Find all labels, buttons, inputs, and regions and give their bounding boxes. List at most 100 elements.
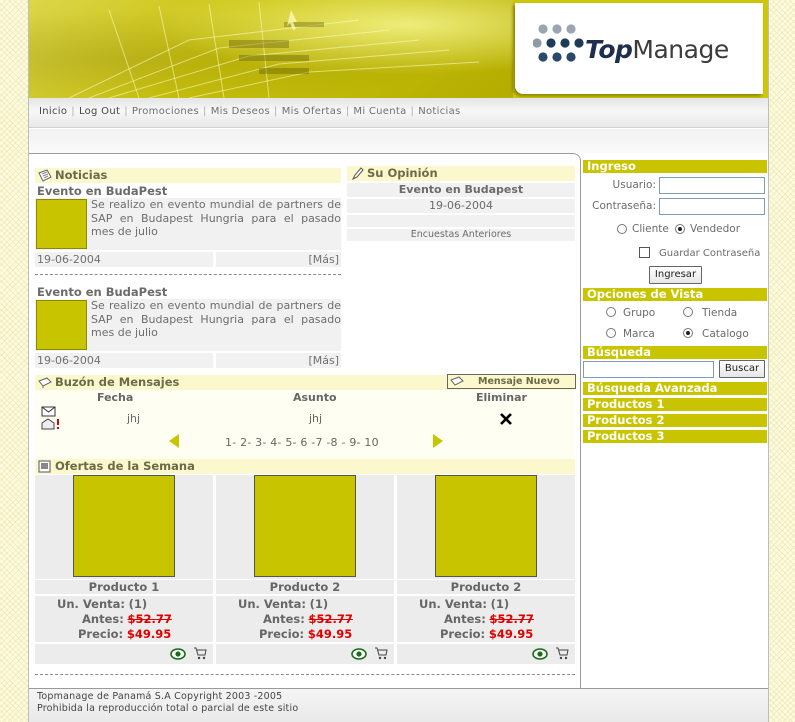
page-link[interactable]: 3- [255, 436, 266, 449]
news-more-link[interactable]: [Más] [216, 353, 341, 368]
offers-icon [38, 460, 51, 473]
logo-dots-icon [533, 24, 584, 62]
page-link[interactable]: 1- [225, 436, 236, 449]
nav-link-mi-cuenta[interactable]: Mi Cuenta [353, 106, 406, 117]
radio-tienda[interactable] [683, 307, 693, 317]
page-link[interactable]: 10 [364, 436, 378, 449]
cart-icon[interactable] [555, 647, 570, 660]
sidebar-link-productos-2[interactable]: Productos 2 [583, 414, 767, 427]
page-link[interactable]: 5- [285, 436, 296, 449]
product-details: Un. Venta: (1) Antes: $52.77 Precio: $49… [216, 596, 394, 642]
news-item-title[interactable]: Evento en BudaPest [37, 285, 167, 299]
unread-alert-icon [41, 418, 59, 430]
envelope-icon [41, 406, 56, 417]
username-input[interactable] [659, 177, 765, 194]
logo[interactable]: TopManage [515, 3, 763, 94]
password-input[interactable] [659, 198, 765, 215]
opinion-section-header: Su Opinión [347, 166, 575, 181]
sidebar-link-advanced-search[interactable]: Búsqueda Avanzada [583, 382, 767, 395]
banner-graphic [68, 1, 480, 98]
price-label: Precio: [259, 627, 305, 641]
product-image[interactable] [73, 475, 175, 577]
news-item-date: 19-06-2004 [35, 353, 213, 368]
product-name[interactable]: Producto 2 [397, 580, 575, 594]
username-label: Usuario: [612, 179, 656, 191]
page-link[interactable]: 2- [240, 436, 251, 449]
radio-grupo[interactable] [606, 307, 616, 317]
nav-link-noticias[interactable]: Noticias [418, 106, 460, 117]
nav-link-logout[interactable]: Log Out [79, 106, 120, 117]
before-label: Antes: [82, 612, 124, 626]
cart-icon[interactable] [193, 647, 208, 660]
radio-vendedor[interactable] [675, 224, 685, 234]
nav-link-mis-deseos[interactable]: Mis Deseos [211, 106, 270, 117]
page-link[interactable]: - [341, 436, 345, 449]
product-actions [397, 644, 575, 664]
cart-icon[interactable] [374, 647, 389, 660]
pagination: 1- 2- 3- 4- 5- 6 -7 -8 - 9- 10 [225, 436, 379, 449]
radio-catalogo[interactable] [683, 328, 693, 338]
news-item-text: Se realizo en evento mundial de partners… [91, 198, 341, 238]
nav-link-promociones[interactable]: Promociones [132, 106, 199, 117]
nav-link-mis-ofertas[interactable]: Mis Ofertas [282, 106, 342, 117]
news-section-title: Noticias [55, 168, 108, 182]
message-fecha[interactable]: jhj [127, 412, 140, 425]
view-eye-icon[interactable] [532, 647, 548, 661]
delete-icon[interactable] [500, 413, 512, 425]
radio-cliente[interactable] [617, 224, 627, 234]
product-image-panel [216, 475, 394, 579]
page-link[interactable]: -8 [326, 436, 337, 449]
product-name[interactable]: Producto 1 [35, 580, 213, 594]
radio-marca[interactable] [606, 328, 616, 338]
pen-icon [351, 167, 364, 180]
product-image-panel [397, 475, 575, 579]
view-eye-icon[interactable] [351, 647, 367, 661]
product-details: Un. Venta: (1) Antes: $52.77 Precio: $49… [35, 596, 213, 642]
opinion-section-title: Su Opinión [367, 166, 438, 180]
price-label: Precio: [78, 627, 124, 641]
news-item-body: Se realizo en evento mundial de partners… [35, 198, 341, 250]
product-image[interactable] [435, 475, 537, 577]
product-name[interactable]: Producto 2 [216, 580, 394, 594]
page-link[interactable]: 4- [270, 436, 281, 449]
previous-surveys-link[interactable]: Encuestas Anteriores [347, 229, 575, 241]
news-thumbnail [36, 199, 87, 249]
top-nav: Inicio | Log Out | Promociones | Mis Deseos | Mi… [29, 98, 768, 128]
news-item-date: 19-06-2004 [35, 252, 213, 267]
prev-page-arrow[interactable] [169, 434, 179, 448]
unit-label: Un. Venta: [57, 597, 126, 611]
price-value: $49.95 [126, 627, 172, 641]
search-button[interactable]: Buscar [719, 360, 765, 378]
next-page-arrow[interactable] [433, 434, 443, 448]
logo-text: TopManage [585, 35, 729, 64]
view-eye-icon[interactable] [170, 647, 186, 661]
before-price: $52.77 [127, 612, 172, 626]
col-header-asunto: Asunto [293, 391, 337, 404]
new-message-button[interactable]: Mensaje Nuevo [447, 374, 576, 389]
news-more-link[interactable]: [Más] [216, 252, 341, 267]
sidebar-link-productos-1[interactable]: Productos 1 [583, 398, 767, 411]
page-link[interactable]: -7 [311, 436, 322, 449]
before-price: $52.77 [489, 612, 534, 626]
page-link[interactable]: 6 [300, 436, 307, 449]
news-item-title[interactable]: Evento en BudaPest [37, 184, 167, 198]
page-link[interactable]: 9- [349, 436, 360, 449]
product-details: Un. Venta: (1) Antes: $52.77 Precio: $49… [397, 596, 575, 642]
nav-strip [29, 129, 768, 153]
remember-password-label: Guardar Contraseña [659, 248, 761, 259]
sidebar-link-productos-3[interactable]: Productos 3 [583, 430, 767, 443]
login-button[interactable]: Ingresar [649, 266, 702, 284]
page: TopManage Inicio | Log Out | Promociones | Mis… [28, 0, 769, 722]
search-input[interactable] [583, 361, 714, 378]
radio-grupo-label: Grupo [623, 307, 656, 319]
before-label: Antes: [444, 612, 486, 626]
product-image[interactable] [254, 475, 356, 577]
message-asunto[interactable]: jhj [309, 412, 322, 425]
radio-cliente-label: Cliente [632, 223, 669, 235]
nav-link-inicio[interactable]: Inicio [39, 106, 67, 117]
header-banner: TopManage [29, 0, 768, 98]
divider [35, 674, 575, 675]
remember-password-checkbox[interactable] [639, 247, 650, 258]
offers-section-title: Ofertas de la Semana [55, 459, 195, 473]
before-price: $52.77 [308, 612, 353, 626]
